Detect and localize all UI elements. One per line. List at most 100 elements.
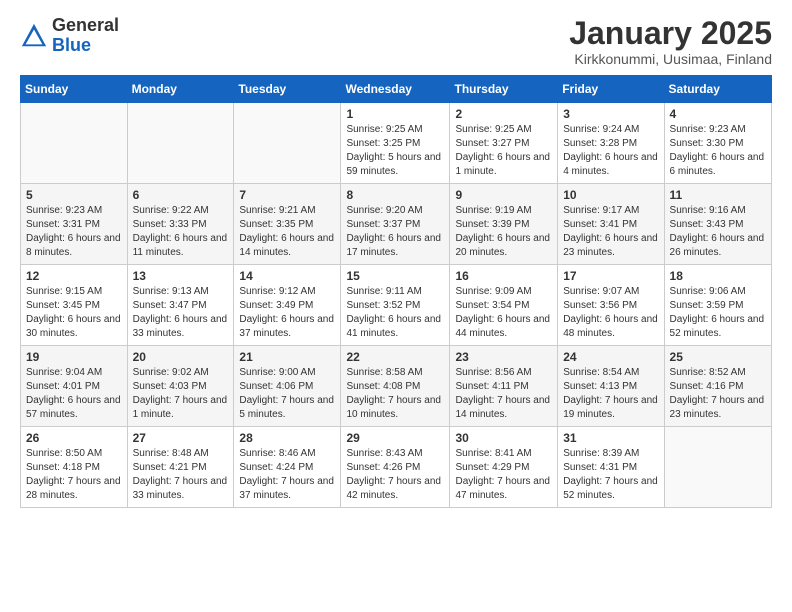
calendar-cell: 31Sunrise: 8:39 AM Sunset: 4:31 PM Dayli… <box>558 427 664 508</box>
weekday-header-row: SundayMondayTuesdayWednesdayThursdayFrid… <box>21 76 772 103</box>
day-number: 28 <box>239 431 335 445</box>
calendar-cell: 21Sunrise: 9:00 AM Sunset: 4:06 PM Dayli… <box>234 346 341 427</box>
calendar-cell: 2Sunrise: 9:25 AM Sunset: 3:27 PM Daylig… <box>450 103 558 184</box>
calendar-cell: 1 Sunrise: 9:25 AM Sunset: 3:25 PM Daylig… <box>341 103 450 184</box>
calendar-cell: 30 Sunrise: 8:41 AM Sunset: 4:29 PM Dayli… <box>450 427 558 508</box>
day-info: Sunrise: 9:15 AM Sunset: 3:45 PM Dayligh… <box>26 285 122 341</box>
day-number: 6 <box>133 188 229 202</box>
day-info: Sunrise: 8:46 AM Sunset: 4:24 PM Dayligh… <box>239 447 335 503</box>
calendar-cell: 13 Sunrise: 9:13 AM Sunset: 3:47 PM Dayli… <box>127 265 234 346</box>
day-number: 22 <box>346 350 444 364</box>
day-number: 14 <box>239 269 335 283</box>
calendar-cell: 25 Sunrise: 8:52 AM Sunset: 4:16 PM Dayli… <box>664 346 771 427</box>
day-number: 1 <box>346 107 444 121</box>
day-number: 13 <box>133 269 229 283</box>
day-info: Sunrise: 8:52 AM Sunset: 4:16 PM Dayligh… <box>670 366 766 422</box>
weekday-header-sunday: Sunday <box>21 76 128 103</box>
day-number: 23 <box>455 350 552 364</box>
calendar-week-4: 26Sunrise: 8:50 AM Sunset: 4:18 PM Dayli… <box>21 427 772 508</box>
calendar-cell: 19 Sunrise: 9:04 AM Sunset: 4:01 PM Dayli… <box>21 346 128 427</box>
calendar-cell: 16 Sunrise: 9:09 AM Sunset: 3:54 PM Dayli… <box>450 265 558 346</box>
month-title: January 2025 <box>569 16 772 51</box>
day-number: 2 <box>455 107 552 121</box>
calendar-cell: 20Sunrise: 9:02 AM Sunset: 4:03 PM Dayli… <box>127 346 234 427</box>
day-info: Sunrise: 9:00 AM Sunset: 4:06 PM Dayligh… <box>239 366 335 422</box>
logo-text: General Blue <box>52 16 119 56</box>
calendar-cell: 11Sunrise: 9:16 AM Sunset: 3:43 PM Dayli… <box>664 184 771 265</box>
day-info: Sunrise: 9:23 AM Sunset: 3:31 PM Dayligh… <box>26 204 122 260</box>
day-info: Sunrise: 9:21 AM Sunset: 3:35 PM Dayligh… <box>239 204 335 260</box>
day-number: 9 <box>455 188 552 202</box>
calendar-week-2: 12 Sunrise: 9:15 AM Sunset: 3:45 PM Dayli… <box>21 265 772 346</box>
day-number: 25 <box>670 350 766 364</box>
calendar-table: SundayMondayTuesdayWednesdayThursdayFrid… <box>20 75 772 508</box>
day-number: 10 <box>563 188 658 202</box>
day-info: Sunrise: 8:54 AM Sunset: 4:13 PM Dayligh… <box>563 366 658 422</box>
day-info: Sunrise: 9:25 AM Sunset: 3:25 PM Dayligh… <box>346 123 444 179</box>
day-info: Sunrise: 8:56 AM Sunset: 4:11 PM Dayligh… <box>455 366 552 422</box>
day-info: Sunrise: 9:11 AM Sunset: 3:52 PM Dayligh… <box>346 285 444 341</box>
day-number: 18 <box>670 269 766 283</box>
calendar-cell: 22 Sunrise: 8:58 AM Sunset: 4:08 PM Dayli… <box>341 346 450 427</box>
calendar-cell: 4Sunrise: 9:23 AM Sunset: 3:30 PM Daylig… <box>664 103 771 184</box>
page-header: General Blue January 2025 Kirkkonummi, U… <box>20 16 772 67</box>
day-info: Sunrise: 8:41 AM Sunset: 4:29 PM Dayligh… <box>455 447 552 503</box>
day-info: Sunrise: 9:04 AM Sunset: 4:01 PM Dayligh… <box>26 366 122 422</box>
calendar-cell: 7 Sunrise: 9:21 AM Sunset: 3:35 PM Daylig… <box>234 184 341 265</box>
day-number: 17 <box>563 269 658 283</box>
calendar-cell <box>127 103 234 184</box>
day-info: Sunrise: 9:24 AM Sunset: 3:28 PM Dayligh… <box>563 123 658 179</box>
day-info: Sunrise: 9:22 AM Sunset: 3:33 PM Dayligh… <box>133 204 229 260</box>
day-info: Sunrise: 9:20 AM Sunset: 3:37 PM Dayligh… <box>346 204 444 260</box>
day-info: Sunrise: 9:02 AM Sunset: 4:03 PM Dayligh… <box>133 366 229 422</box>
calendar-cell: 9 Sunrise: 9:19 AM Sunset: 3:39 PM Daylig… <box>450 184 558 265</box>
calendar-cell <box>234 103 341 184</box>
day-info: Sunrise: 9:17 AM Sunset: 3:41 PM Dayligh… <box>563 204 658 260</box>
title-block: January 2025 Kirkkonummi, Uusimaa, Finla… <box>569 16 772 67</box>
calendar-cell: 15 Sunrise: 9:11 AM Sunset: 3:52 PM Dayli… <box>341 265 450 346</box>
calendar-week-0: 1 Sunrise: 9:25 AM Sunset: 3:25 PM Daylig… <box>21 103 772 184</box>
day-number: 3 <box>563 107 658 121</box>
day-info: Sunrise: 8:58 AM Sunset: 4:08 PM Dayligh… <box>346 366 444 422</box>
calendar-cell: 29 Sunrise: 8:43 AM Sunset: 4:26 PM Dayli… <box>341 427 450 508</box>
day-number: 15 <box>346 269 444 283</box>
day-info: Sunrise: 9:07 AM Sunset: 3:56 PM Dayligh… <box>563 285 658 341</box>
calendar-cell: 27Sunrise: 8:48 AM Sunset: 4:21 PM Dayli… <box>127 427 234 508</box>
day-number: 26 <box>26 431 122 445</box>
calendar-week-1: 5Sunrise: 9:23 AM Sunset: 3:31 PM Daylig… <box>21 184 772 265</box>
weekday-header-tuesday: Tuesday <box>234 76 341 103</box>
calendar-week-3: 19 Sunrise: 9:04 AM Sunset: 4:01 PM Dayli… <box>21 346 772 427</box>
day-info: Sunrise: 9:12 AM Sunset: 3:49 PM Dayligh… <box>239 285 335 341</box>
weekday-header-monday: Monday <box>127 76 234 103</box>
day-info: Sunrise: 9:09 AM Sunset: 3:54 PM Dayligh… <box>455 285 552 341</box>
day-number: 30 <box>455 431 552 445</box>
weekday-header-thursday: Thursday <box>450 76 558 103</box>
day-info: Sunrise: 9:23 AM Sunset: 3:30 PM Dayligh… <box>670 123 766 179</box>
calendar-cell: 28 Sunrise: 8:46 AM Sunset: 4:24 PM Dayli… <box>234 427 341 508</box>
calendar-cell: 24 Sunrise: 8:54 AM Sunset: 4:13 PM Dayli… <box>558 346 664 427</box>
calendar-cell: 26Sunrise: 8:50 AM Sunset: 4:18 PM Dayli… <box>21 427 128 508</box>
logo: General Blue <box>20 16 119 56</box>
day-number: 16 <box>455 269 552 283</box>
day-number: 29 <box>346 431 444 445</box>
logo-icon <box>20 22 48 50</box>
day-number: 19 <box>26 350 122 364</box>
day-number: 24 <box>563 350 658 364</box>
day-number: 12 <box>26 269 122 283</box>
calendar-cell: 6 Sunrise: 9:22 AM Sunset: 3:33 PM Daylig… <box>127 184 234 265</box>
calendar-cell: 8 Sunrise: 9:20 AM Sunset: 3:37 PM Daylig… <box>341 184 450 265</box>
calendar-cell: 5Sunrise: 9:23 AM Sunset: 3:31 PM Daylig… <box>21 184 128 265</box>
calendar-cell: 17 Sunrise: 9:07 AM Sunset: 3:56 PM Dayli… <box>558 265 664 346</box>
subtitle: Kirkkonummi, Uusimaa, Finland <box>569 51 772 67</box>
day-number: 7 <box>239 188 335 202</box>
weekday-header-friday: Friday <box>558 76 664 103</box>
day-number: 11 <box>670 188 766 202</box>
day-info: Sunrise: 8:43 AM Sunset: 4:26 PM Dayligh… <box>346 447 444 503</box>
weekday-header-saturday: Saturday <box>664 76 771 103</box>
day-info: Sunrise: 9:06 AM Sunset: 3:59 PM Dayligh… <box>670 285 766 341</box>
day-number: 27 <box>133 431 229 445</box>
day-info: Sunrise: 9:19 AM Sunset: 3:39 PM Dayligh… <box>455 204 552 260</box>
day-number: 31 <box>563 431 658 445</box>
day-info: Sunrise: 9:13 AM Sunset: 3:47 PM Dayligh… <box>133 285 229 341</box>
day-number: 8 <box>346 188 444 202</box>
